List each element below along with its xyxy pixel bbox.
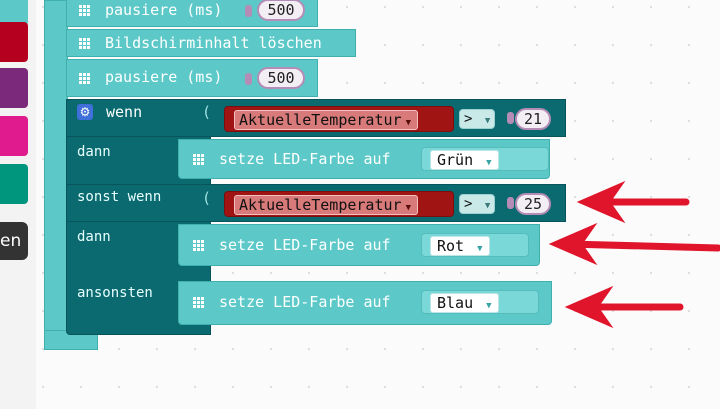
set-led-label: setze LED-Farbe auf [219, 150, 391, 168]
category-tab-led[interactable] [0, 116, 28, 156]
pause-label: pausiere (ms) [105, 68, 223, 86]
set-led-label: setze LED-Farbe auf [219, 293, 391, 311]
number-plug [507, 112, 514, 124]
variable-dropdown[interactable]: AktuelleTemperatur ▼ [234, 110, 418, 130]
variable-name: AktuelleTemperatur [239, 111, 402, 129]
pause-value-input[interactable]: 500 [257, 67, 305, 89]
condition-variable-1[interactable]: AktuelleTemperatur ▼ [224, 106, 454, 132]
clear-screen-block[interactable]: Bildschirminhalt löschen [66, 29, 356, 57]
else-label: ansonsten [77, 285, 153, 301]
grid-icon [193, 297, 204, 308]
category-tab-music[interactable] [0, 68, 28, 108]
paren-1: ( [202, 103, 212, 121]
color-value: Rot [437, 237, 465, 255]
variable-dropdown[interactable]: AktuelleTemperatur ▼ [234, 195, 418, 215]
grid-icon [79, 5, 90, 16]
threshold-input-1[interactable]: 21 [515, 108, 551, 130]
operator-value: > [464, 196, 473, 212]
dropdown-triangle-icon: ▼ [405, 203, 411, 213]
dropdown-triangle-icon: ▼ [486, 301, 492, 311]
grid-icon [193, 154, 204, 165]
operator-value: > [464, 111, 473, 127]
set-led-color-block-3[interactable]: setze LED-Farbe auf Blau ▼ [178, 281, 552, 325]
dropdown-triangle-icon: ▼ [477, 244, 483, 254]
pause-block-2[interactable]: pausiere (ms) 500 [66, 59, 318, 97]
threshold-input-2[interactable]: 25 [515, 193, 551, 215]
set-led-color-block-2[interactable]: setze LED-Farbe auf Rot ▼ [178, 224, 540, 266]
pause-block-1[interactable]: pausiere (ms) 500 [66, 0, 318, 27]
toolbox: en [0, 0, 37, 409]
category-tab-more[interactable]: en [0, 222, 28, 260]
category-tab-label: en [0, 231, 22, 251]
category-tab-radio[interactable] [0, 164, 28, 204]
condition-variable-2[interactable]: AktuelleTemperatur ▼ [224, 191, 454, 217]
pause-value-input[interactable]: 500 [257, 0, 305, 21]
variable-name: AktuelleTemperatur [239, 196, 402, 214]
pause-label: pausiere (ms) [105, 1, 223, 19]
color-dropdown-3[interactable]: Blau ▼ [421, 290, 539, 314]
then-label-2: dann [77, 229, 111, 245]
then-label: dann [77, 144, 111, 160]
forever-block-spine[interactable] [44, 0, 68, 350]
number-plug [507, 197, 514, 209]
color-dropdown-2[interactable]: Rot ▼ [421, 233, 529, 257]
dropdown-triangle-icon: ▼ [405, 118, 411, 128]
grid-icon [79, 38, 90, 49]
set-led-color-block-1[interactable]: setze LED-Farbe auf Grün ▼ [178, 139, 550, 179]
operator-dropdown-2[interactable]: > ▼ [459, 194, 496, 214]
gear-icon[interactable]: ⚙ [77, 104, 93, 120]
dropdown-triangle-icon: ▼ [484, 201, 491, 211]
grid-icon [79, 73, 90, 84]
dropdown-triangle-icon: ▼ [486, 158, 492, 168]
operator-dropdown-1[interactable]: > ▼ [459, 109, 496, 129]
grid-icon [193, 240, 204, 251]
elseif-label: sonst wenn [77, 189, 162, 205]
color-value: Blau [437, 294, 474, 312]
dropdown-triangle-icon: ▼ [484, 116, 491, 126]
color-dropdown-1[interactable]: Grün ▼ [421, 147, 549, 171]
if-label: wenn [106, 103, 143, 121]
set-led-label: setze LED-Farbe auf [219, 236, 391, 254]
color-value-box[interactable]: Blau ▼ [430, 293, 499, 313]
number-plug [245, 73, 252, 85]
category-tab-input[interactable] [0, 22, 28, 62]
color-value: Grün [437, 151, 474, 169]
number-plug [245, 5, 252, 17]
paren-2: ( [202, 189, 212, 207]
color-value-box[interactable]: Rot ▼ [430, 236, 490, 256]
color-value-box[interactable]: Grün ▼ [430, 150, 499, 170]
clear-screen-label: Bildschirminhalt löschen [105, 34, 322, 52]
